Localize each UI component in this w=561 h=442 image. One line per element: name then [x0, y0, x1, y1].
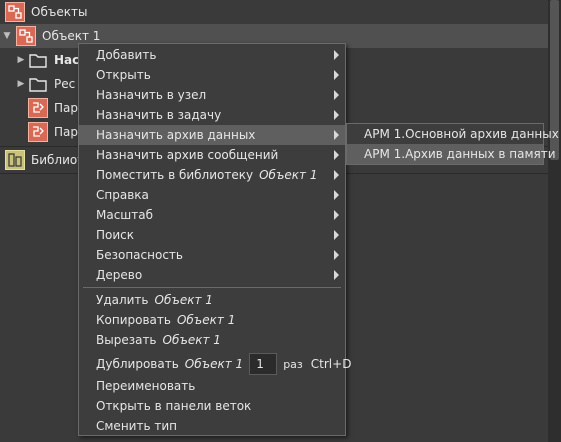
data-archive-submenu: АРМ 1.Основной архив данных АРМ 1.Архив …: [346, 123, 559, 165]
menu-item-label: Поиск: [96, 228, 135, 242]
duplicate-count-input[interactable]: [249, 353, 278, 375]
menu-item-shortcut: Ctrl+D: [310, 357, 352, 371]
menu-item-duplicate[interactable]: Дублировать Объект 1 раз Ctrl+D: [79, 351, 351, 377]
menu-item-rename[interactable]: Переименовать: [79, 376, 345, 396]
tree-item-label: Объект 1: [42, 29, 101, 43]
menu-item-label: Добавить: [96, 48, 157, 62]
submenu-arrow-icon: [334, 130, 339, 140]
tree-header-label: Объекты: [31, 5, 88, 19]
tree-item-label: Нас: [54, 53, 80, 67]
parameter-icon: [28, 122, 48, 142]
submenu-arrow-icon: [334, 110, 339, 120]
menu-item-label: Масштаб: [96, 208, 154, 222]
parameter-icon: [28, 98, 48, 118]
menu-item-label: Назначить в узел: [96, 88, 207, 102]
menu-item-label: Поместить в библиотеку: [96, 168, 254, 182]
menu-item-assign-message-archive[interactable]: Назначить архив сообщений: [79, 145, 345, 165]
submenu-arrow-icon: [334, 70, 339, 80]
tree-item-label: Библиот: [31, 153, 85, 167]
submenu-arrow-icon: [334, 250, 339, 260]
submenu-arrow-icon: [334, 90, 339, 100]
menu-item-label: Сменить тип: [96, 419, 177, 433]
expand-arrow-icon[interactable]: ▶: [14, 55, 28, 65]
menu-item-help[interactable]: Справка: [79, 185, 345, 205]
duplicate-count-unit: раз: [283, 357, 303, 371]
tree-item-label: Пар: [54, 101, 78, 115]
menu-item-label: Назначить архив данных: [96, 128, 256, 142]
menu-item-label: Копировать: [96, 313, 171, 327]
menu-item-object: Объект 1: [176, 313, 236, 327]
submenu-arrow-icon: [334, 230, 339, 240]
submenu-item-label: АРМ 1.Архив данных в памяти: [364, 147, 556, 161]
tree-item-label: Пар: [54, 125, 78, 139]
submenu-arrow-icon: [334, 270, 339, 280]
menu-item-label: Безопасность: [96, 248, 183, 262]
expand-arrow-icon[interactable]: ▶: [14, 79, 28, 89]
menu-item-label: Вырезать: [96, 333, 157, 347]
menu-item-scale[interactable]: Масштаб: [79, 205, 345, 225]
menu-item-open[interactable]: Открыть: [79, 65, 345, 85]
submenu-arrow-icon: [334, 190, 339, 200]
menu-item-label: Назначить архив сообщений: [96, 148, 279, 162]
menu-item-label: Открыть в панели веток: [96, 399, 252, 413]
menu-item-assign-task[interactable]: Назначить в задачу: [79, 105, 345, 125]
folder-icon: [28, 74, 48, 94]
menu-item-search[interactable]: Поиск: [79, 225, 345, 245]
submenu-arrow-icon: [334, 50, 339, 60]
context-menu: Добавить Открыть Назначить в узел Назнач…: [78, 43, 351, 436]
submenu-arrow-icon: [334, 150, 339, 160]
submenu-arrow-icon: [334, 170, 339, 180]
submenu-arrow-icon: [334, 210, 339, 220]
menu-item-add[interactable]: Добавить: [79, 45, 345, 65]
menu-item-label: Дерево: [96, 268, 143, 282]
menu-item-put-in-library[interactable]: Поместить в библиотеку Объект 1: [79, 165, 345, 185]
folder-icon: [28, 50, 48, 70]
object-icon: [16, 26, 36, 46]
submenu-item-label: АРМ 1.Основной архив данных: [364, 127, 559, 141]
menu-item-open-in-branch-panel[interactable]: Открыть в панели веток: [79, 396, 345, 416]
menu-separator: [83, 287, 341, 288]
menu-item-object: Объект 1: [154, 293, 213, 307]
menu-item-delete[interactable]: Удалить Объект 1: [79, 290, 345, 310]
menu-item-object: Объект 1: [162, 333, 221, 347]
menu-item-label: Открыть: [96, 68, 151, 82]
menu-item-object: Объект 1: [259, 168, 318, 182]
tree-header[interactable]: Объекты: [0, 0, 548, 24]
collapse-arrow-icon[interactable]: ▼: [0, 31, 14, 41]
vertical-scrollbar[interactable]: [548, 0, 561, 442]
menu-item-copy[interactable]: Копировать Объект 1: [79, 310, 345, 330]
menu-item-label: Удалить: [96, 293, 149, 307]
tree-item-label: Рес: [54, 77, 76, 91]
menu-item-label: Назначить в задачу: [96, 108, 222, 122]
library-icon: [5, 150, 25, 170]
menu-item-label: Дублировать: [96, 357, 179, 371]
menu-item-security[interactable]: Безопасность: [79, 245, 345, 265]
menu-item-assign-node[interactable]: Назначить в узел: [79, 85, 345, 105]
submenu-item-memory-archive[interactable]: АРМ 1.Архив данных в памяти: [347, 144, 556, 164]
menu-item-label: Справка: [96, 188, 149, 202]
menu-item-object: Объект 1: [184, 357, 244, 371]
menu-item-cut[interactable]: Вырезать Объект 1: [79, 330, 345, 350]
menu-item-change-type[interactable]: Сменить тип: [79, 416, 345, 436]
menu-item-tree[interactable]: Дерево: [79, 265, 345, 285]
menu-item-label: Переименовать: [96, 379, 196, 393]
menu-item-assign-data-archive[interactable]: Назначить архив данных: [79, 125, 345, 145]
submenu-item-main-archive[interactable]: АРМ 1.Основной архив данных: [347, 124, 559, 144]
objects-icon: [5, 2, 25, 22]
